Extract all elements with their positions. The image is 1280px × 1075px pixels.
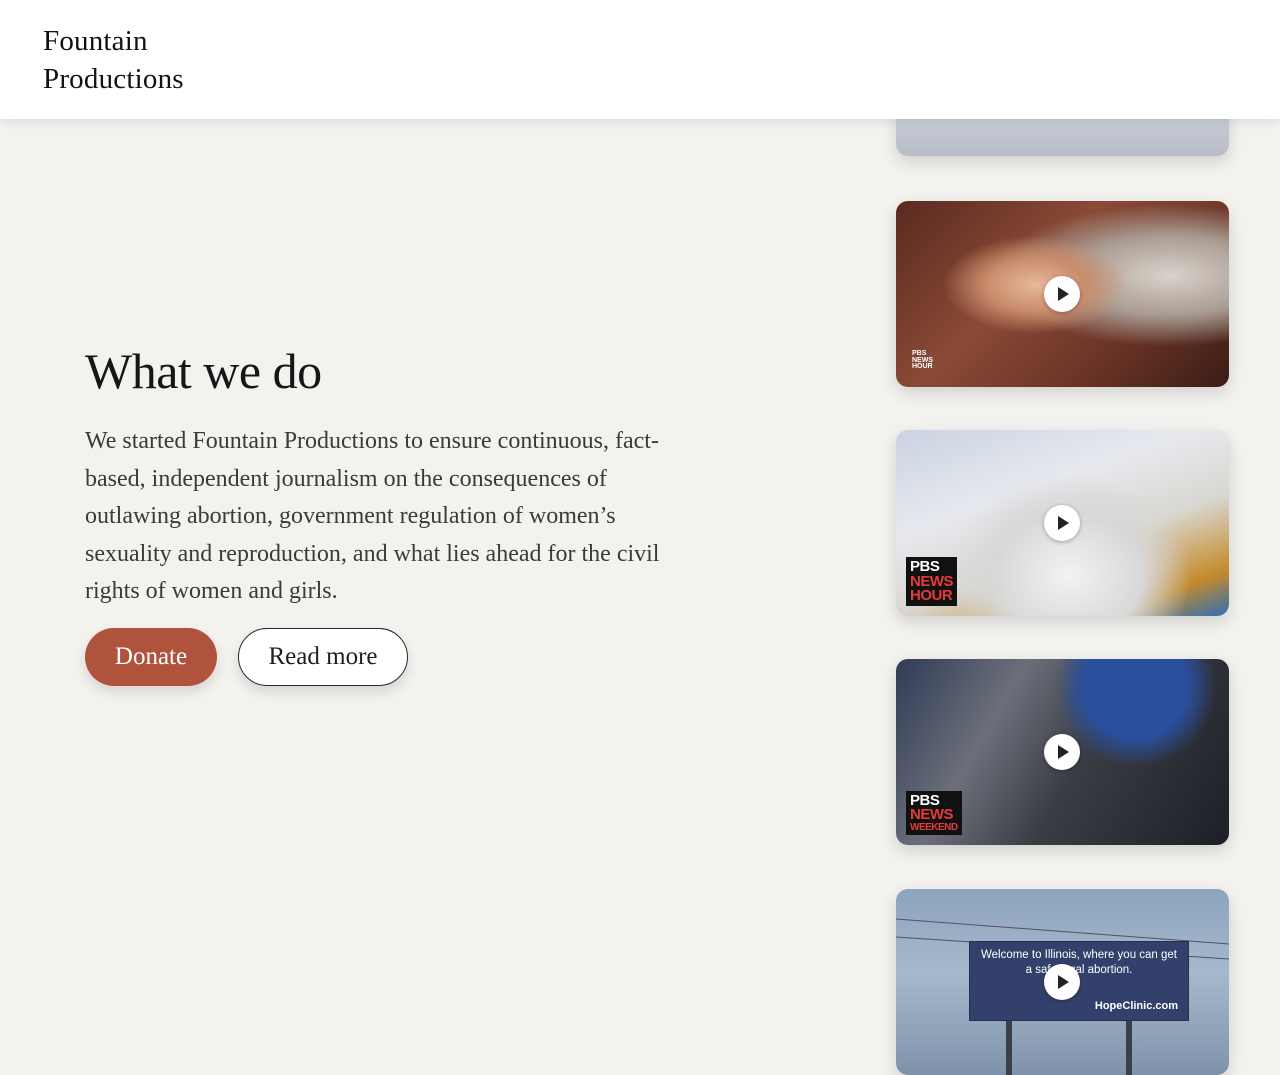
video-card[interactable]: Welcome to Illinois, where you can get a… xyxy=(896,889,1229,1075)
play-icon[interactable] xyxy=(1044,276,1080,312)
site-header: Fountain Productions xyxy=(0,0,1280,119)
section-title: What we do xyxy=(85,343,322,399)
badge-line: NEWS xyxy=(910,806,953,824)
billboard-url: HopeClinic.com xyxy=(1094,1000,1178,1012)
badge-line: HOUR xyxy=(910,586,953,604)
video-card[interactable]: PBS NEWS HOUR xyxy=(896,430,1229,616)
section-description: We started Fountain Productions to ensur… xyxy=(85,428,660,604)
pbs-newshour-logo: PBS NEWS HOUR xyxy=(906,557,957,606)
video-card[interactable]: PBS NEWS WEEKEND xyxy=(896,659,1229,845)
logo-line-1: Fountain xyxy=(43,25,148,57)
what-we-do-section: What we do We started Fountain Productio… xyxy=(85,336,695,686)
logo-line-2: Productions xyxy=(43,63,184,95)
play-icon[interactable] xyxy=(1044,964,1080,1000)
video-card[interactable]: PBS NEWS HOUR xyxy=(896,201,1229,387)
donate-button[interactable]: Donate xyxy=(85,628,217,686)
play-icon[interactable] xyxy=(1044,505,1080,541)
read-more-button[interactable]: Read more xyxy=(238,628,408,686)
billboard-line: Welcome to Illinois, where you can get xyxy=(980,949,1178,961)
pbs-newshour-logo: PBS NEWS HOUR xyxy=(912,350,933,371)
pbs-news-weekend-logo: PBS NEWS WEEKEND xyxy=(906,791,962,835)
play-icon[interactable] xyxy=(1044,734,1080,770)
badge-line: HOUR xyxy=(912,363,933,371)
site-logo[interactable]: Fountain Productions xyxy=(43,22,243,98)
billboard-text: Welcome to Illinois, where you can get a… xyxy=(970,948,1188,978)
badge-line: WEEKEND xyxy=(910,821,958,833)
